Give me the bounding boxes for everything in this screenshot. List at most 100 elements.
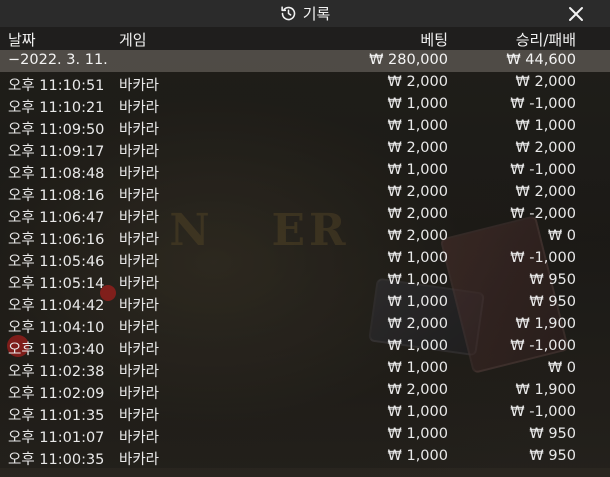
column-header-date[interactable]: 날짜 xyxy=(8,29,36,50)
date-group-row[interactable]: −2022. 3. 11. ₩ 280,000 ₩ 44,600 xyxy=(0,50,610,72)
table-header: 날짜 게임 베팅 승리/패배 xyxy=(0,27,610,50)
title-bar: 기록 xyxy=(0,0,610,27)
close-icon xyxy=(568,6,584,22)
record-row[interactable]: 오후 11:01:35 바카라 ₩ 1,000 ₩ -1,000 xyxy=(0,402,610,424)
history-icon xyxy=(280,5,297,22)
record-bet: ₩ 1,000 xyxy=(387,250,448,266)
record-result: ₩ 1,000 xyxy=(515,118,576,134)
record-result: ₩ 1,900 xyxy=(515,316,576,332)
record-bet: ₩ 2,000 xyxy=(387,228,448,244)
record-result: ₩ 1,900 xyxy=(515,382,576,398)
record-result: ₩ 950 xyxy=(529,426,576,442)
record-time: 오후 11:09:50 xyxy=(8,122,105,138)
close-button[interactable] xyxy=(566,4,586,24)
records-list: 오후 11:10:51 바카라 ₩ 2,000 ₩ 2,000 오후 11:10:21… xyxy=(0,72,610,468)
record-game: 바카라 xyxy=(119,78,160,94)
record-bet: ₩ 2,000 xyxy=(387,140,448,156)
record-bet: ₩ 1,000 xyxy=(387,96,448,112)
record-row[interactable]: 오후 11:09:50 바카라 ₩ 1,000 ₩ 1,000 xyxy=(0,116,610,138)
record-bet: ₩ 1,000 xyxy=(387,404,448,420)
record-time: 오후 11:09:17 xyxy=(8,144,105,160)
record-result: ₩ 2,000 xyxy=(515,184,576,200)
record-game: 바카라 xyxy=(119,430,160,446)
record-result: ₩ 950 xyxy=(529,294,576,310)
record-game: 바카라 xyxy=(119,342,160,358)
record-row[interactable]: 오후 11:03:40 바카라 ₩ 1,000 ₩ -1,000 xyxy=(0,336,610,358)
record-time: 오후 11:06:16 xyxy=(8,232,105,248)
record-time: 오후 11:06:47 xyxy=(8,210,105,226)
record-bet: ₩ 1,000 xyxy=(387,162,448,178)
column-header-win-loss[interactable]: 승리/패배 xyxy=(516,29,576,50)
record-row[interactable]: 오후 11:02:38 바카라 ₩ 1,000 ₩ 0 xyxy=(0,358,610,380)
record-time: 오후 11:08:48 xyxy=(8,166,105,182)
record-bet: ₩ 2,000 xyxy=(387,184,448,200)
record-bet: ₩ 1,000 xyxy=(387,448,448,464)
record-row[interactable]: 오후 11:01:07 바카라 ₩ 1,000 ₩ 950 xyxy=(0,424,610,446)
record-time: 오후 11:05:46 xyxy=(8,254,105,270)
record-bet: ₩ 1,000 xyxy=(387,294,448,310)
record-time: 오후 11:02:09 xyxy=(8,386,105,402)
record-row[interactable]: 오후 11:05:14 바카라 ₩ 1,000 ₩ 950 xyxy=(0,270,610,292)
record-bet: ₩ 2,000 xyxy=(387,316,448,332)
record-game: 바카라 xyxy=(119,122,160,138)
record-row[interactable]: 오후 11:06:47 바카라 ₩ 2,000 ₩ -2,000 xyxy=(0,204,610,226)
record-result: ₩ -1,000 xyxy=(510,338,576,354)
record-game: 바카라 xyxy=(119,144,160,160)
record-time: 오후 11:04:42 xyxy=(8,298,105,314)
column-header-bet[interactable]: 베팅 xyxy=(420,29,448,50)
record-time: 오후 11:02:38 xyxy=(8,364,105,380)
record-row[interactable]: 오후 11:08:16 바카라 ₩ 2,000 ₩ 2,000 xyxy=(0,182,610,204)
record-time: 오후 11:01:07 xyxy=(8,430,105,446)
record-row[interactable]: 오후 11:04:42 바카라 ₩ 1,000 ₩ 950 xyxy=(0,292,610,314)
record-result: ₩ 950 xyxy=(529,272,576,288)
record-row[interactable]: 오후 11:10:21 바카라 ₩ 1,000 ₩ -1,000 xyxy=(0,94,610,116)
record-row[interactable]: 오후 11:02:09 바카라 ₩ 2,000 ₩ 1,900 xyxy=(0,380,610,402)
record-game: 바카라 xyxy=(119,210,160,226)
record-bet: ₩ 2,000 xyxy=(387,74,448,90)
record-result: ₩ 2,000 xyxy=(515,140,576,156)
date-group-label: −2022. 3. 11. xyxy=(8,52,108,68)
record-row[interactable]: 오후 11:05:46 바카라 ₩ 1,000 ₩ -1,000 xyxy=(0,248,610,270)
record-game: 바카라 xyxy=(119,452,160,468)
record-bet: ₩ 1,000 xyxy=(387,118,448,134)
record-time: 오후 11:05:14 xyxy=(8,276,105,292)
record-game: 바카라 xyxy=(119,408,160,424)
record-result: ₩ -1,000 xyxy=(510,162,576,178)
record-time: 오후 11:10:21 xyxy=(8,100,105,116)
record-game: 바카라 xyxy=(119,100,160,116)
record-time: 오후 11:03:40 xyxy=(8,342,105,358)
record-game: 바카라 xyxy=(119,320,160,336)
record-bet: ₩ 1,000 xyxy=(387,272,448,288)
record-game: 바카라 xyxy=(119,166,160,182)
record-game: 바카라 xyxy=(119,386,160,402)
record-result: ₩ 950 xyxy=(529,448,576,464)
record-game: 바카라 xyxy=(119,364,160,380)
window-title: 기록 xyxy=(302,5,331,23)
record-result: ₩ -1,000 xyxy=(510,250,576,266)
record-result: ₩ -1,000 xyxy=(510,96,576,112)
record-game: 바카라 xyxy=(119,276,160,292)
record-game: 바카라 xyxy=(119,188,160,204)
record-row[interactable]: 오후 11:10:51 바카라 ₩ 2,000 ₩ 2,000 xyxy=(0,72,610,94)
record-bet: ₩ 1,000 xyxy=(387,338,448,354)
record-bet: ₩ 1,000 xyxy=(387,426,448,442)
record-result: ₩ 0 xyxy=(547,228,576,244)
record-row[interactable]: 오후 11:08:48 바카라 ₩ 1,000 ₩ -1,000 xyxy=(0,160,610,182)
record-row[interactable]: 오후 11:09:17 바카라 ₩ 2,000 ₩ 2,000 xyxy=(0,138,610,160)
record-row[interactable]: 오후 11:06:16 바카라 ₩ 2,000 ₩ 0 xyxy=(0,226,610,248)
record-game: 바카라 xyxy=(119,298,160,314)
record-row[interactable]: 오후 11:04:10 바카라 ₩ 2,000 ₩ 1,900 xyxy=(0,314,610,336)
date-group-win-total: ₩ 44,600 xyxy=(506,52,576,68)
record-bet: ₩ 2,000 xyxy=(387,206,448,222)
record-result: ₩ 0 xyxy=(547,360,576,376)
record-game: 바카라 xyxy=(119,232,160,248)
record-time: 오후 11:04:10 xyxy=(8,320,105,336)
record-time: 오후 11:08:16 xyxy=(8,188,105,204)
record-result: ₩ -2,000 xyxy=(510,206,576,222)
record-bet: ₩ 1,000 xyxy=(387,360,448,376)
record-result: ₩ 2,000 xyxy=(515,74,576,90)
record-game: 바카라 xyxy=(119,254,160,270)
record-bet: ₩ 2,000 xyxy=(387,382,448,398)
column-header-game[interactable]: 게임 xyxy=(119,29,147,50)
record-row[interactable]: 오후 11:00:35 바카라 ₩ 1,000 ₩ 950 xyxy=(0,446,610,468)
